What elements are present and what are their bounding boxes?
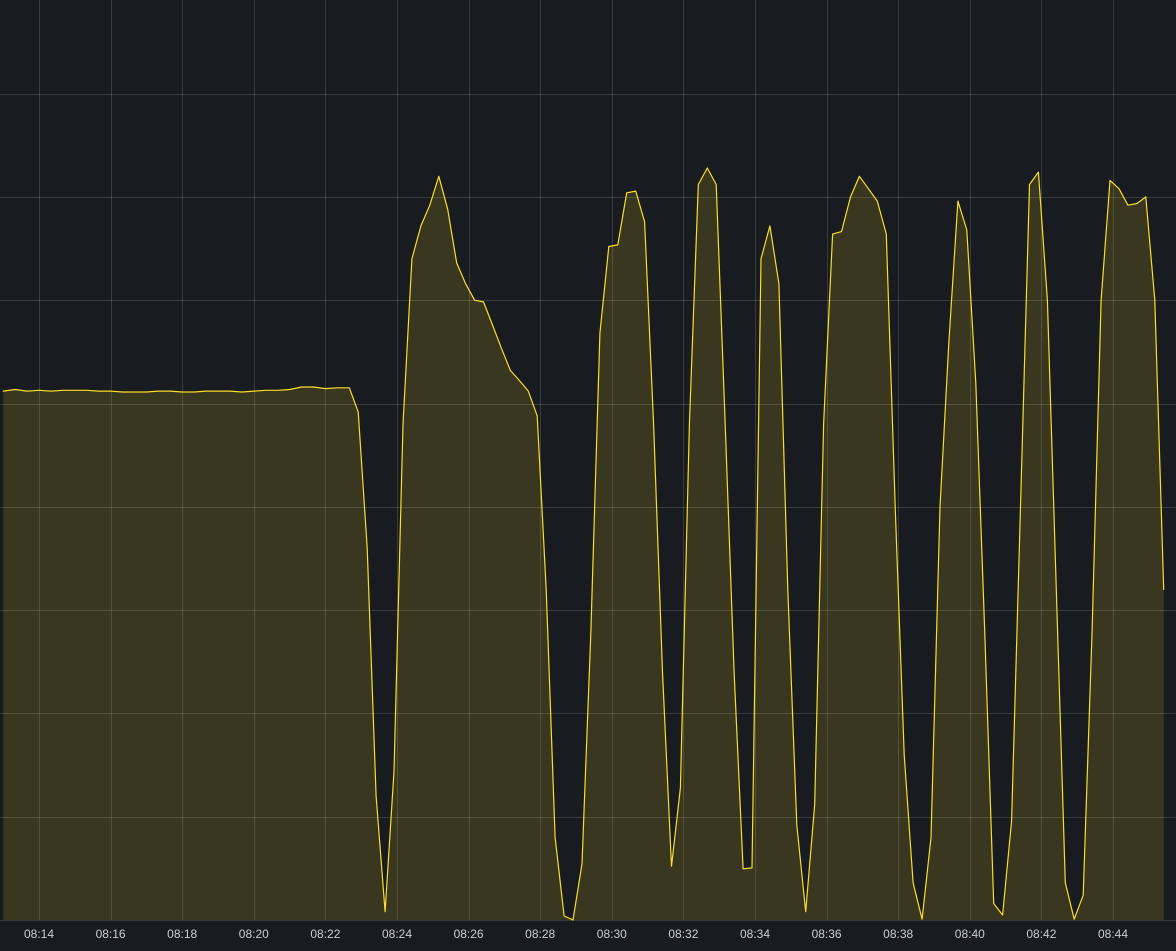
x-tick-label: 08:16	[96, 927, 126, 941]
x-tick-label: 08:32	[668, 927, 698, 941]
x-tick-label: 08:36	[812, 927, 842, 941]
x-tick-label: 08:40	[955, 927, 985, 941]
x-tick-label: 08:38	[883, 927, 913, 941]
x-tick-label: 08:34	[740, 927, 770, 941]
x-axis: 08:14 08:16 08:18 08:20 08:22 08:24 08:26 08:28…	[24, 927, 1128, 941]
x-tick-label: 08:20	[239, 927, 269, 941]
x-tick-label: 08:28	[525, 927, 555, 941]
x-tick-label: 08:14	[24, 927, 54, 941]
x-tick-label: 08:22	[310, 927, 340, 941]
series-area-0	[3, 168, 1164, 920]
x-tick-label: 08:24	[382, 927, 412, 941]
x-tick-label: 08:30	[597, 927, 627, 941]
x-tick-label: 08:18	[167, 927, 197, 941]
x-tick-label: 08:44	[1098, 927, 1128, 941]
chart-panel: 08:14 08:16 08:18 08:20 08:22 08:24 08:26 08:28…	[0, 0, 1176, 951]
time-series-chart: 08:14 08:16 08:18 08:20 08:22 08:24 08:26 08:28…	[0, 0, 1176, 941]
plot-area	[2, 167, 1165, 921]
x-tick-label: 08:42	[1026, 927, 1056, 941]
x-tick-label: 08:26	[454, 927, 484, 941]
